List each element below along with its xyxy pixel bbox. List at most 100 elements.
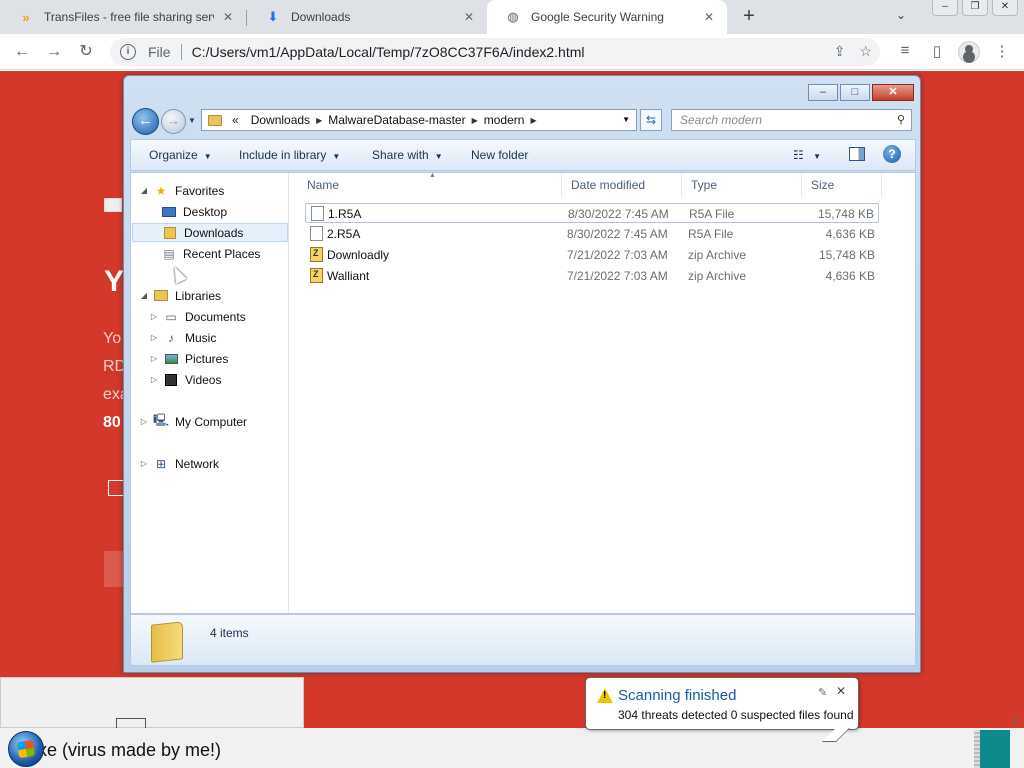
- file-row[interactable]: 2.R5A 8/30/2022 7:45 AM R5A File 4,636 K…: [305, 224, 879, 244]
- scroll-down-arrow-icon[interactable]: ▼: [1011, 716, 1020, 726]
- browser-toolbar: ← → ↻ i File C:/Users/vm1/AppData/Local/…: [0, 34, 1024, 70]
- nav-desktop[interactable]: Desktop: [161, 202, 227, 221]
- windows-start-orb-icon[interactable]: [8, 731, 44, 767]
- close-tab-icon[interactable]: ✕: [220, 9, 236, 25]
- chevron-down-icon: ▼: [203, 152, 212, 161]
- details-pane: 4 items: [130, 614, 916, 666]
- tray-box: [974, 730, 1010, 768]
- nav-favorites[interactable]: ◢ ★ Favorites: [139, 181, 224, 200]
- minimize-button[interactable]: –: [808, 84, 838, 101]
- nav-pictures[interactable]: ▷ Pictures: [149, 349, 228, 368]
- nav-music[interactable]: ▷ ♪ Music: [149, 328, 216, 347]
- back-arrow-icon[interactable]: ←: [12, 42, 32, 62]
- expand-arrow-icon[interactable]: ▷: [149, 312, 159, 321]
- expand-arrow-icon[interactable]: ▷: [149, 354, 159, 363]
- tab-google-security-warning[interactable]: ◍ Google Security Warning ✕: [487, 0, 727, 34]
- preview-pane-icon[interactable]: [849, 147, 865, 161]
- file-row[interactable]: Walliant 7/21/2022 7:03 AM zip Archive 4…: [305, 266, 879, 286]
- change-view-icon[interactable]: ☷ ▼: [793, 148, 821, 162]
- expand-arrow-icon[interactable]: ▷: [149, 375, 159, 384]
- close-tab-icon[interactable]: ✕: [701, 9, 717, 25]
- info-icon[interactable]: i: [120, 44, 136, 60]
- column-header-name[interactable]: Name: [298, 173, 562, 197]
- folder-icon: [208, 114, 222, 126]
- breadcrumb-malwaredatabase-master[interactable]: MalwareDatabase-master: [328, 113, 465, 127]
- nav-my-computer[interactable]: ▷ 🖳 My Computer: [139, 412, 247, 431]
- breadcrumb-arrow-icon[interactable]: ▶: [316, 116, 322, 125]
- search-icon[interactable]: ⚲: [897, 113, 905, 126]
- file-row[interactable]: Downloadly 7/21/2022 7:03 AM zip Archive…: [305, 245, 879, 265]
- nav-network[interactable]: ▷ ⊞ Network: [139, 454, 219, 473]
- nav-label: Desktop: [183, 204, 228, 219]
- expand-arrow-icon[interactable]: ▷: [139, 459, 149, 468]
- tab-transfiles[interactable]: » TransFiles - free file sharing service…: [0, 0, 246, 34]
- nav-downloads[interactable]: Downloads: [132, 223, 288, 242]
- column-header-size[interactable]: Size: [802, 173, 882, 197]
- close-window-button[interactable]: ✕: [992, 0, 1018, 16]
- share-icon[interactable]: ⇪: [834, 43, 846, 60]
- breadcrumb-overflow[interactable]: «: [232, 113, 239, 127]
- tab-search-chevron-icon[interactable]: ⌄: [896, 8, 906, 22]
- breadcrumb-arrow-icon[interactable]: ▶: [530, 116, 536, 125]
- page-checkbox[interactable]: [108, 480, 124, 496]
- share-with-button[interactable]: Share with ▼: [372, 148, 443, 162]
- search-input[interactable]: Search modern ⚲: [671, 109, 912, 131]
- minimize-button[interactable]: –: [932, 0, 958, 16]
- nav-documents[interactable]: ▷ ▭ Documents: [149, 307, 246, 326]
- expand-arrow-icon[interactable]: ◢: [139, 186, 149, 195]
- url-text[interactable]: C:/Users/vm1/AppData/Local/Temp/7zO8CC37…: [192, 44, 585, 60]
- breadcrumb-arrow-icon[interactable]: ▶: [472, 116, 478, 125]
- explorer-content: ◢ ★ Favorites Desktop Downloads ▤ Recent…: [130, 172, 916, 614]
- breadcrumb-downloads[interactable]: Downloads: [251, 113, 310, 127]
- nav-recent-places[interactable]: ▤ Recent Places: [161, 244, 260, 263]
- address-bar[interactable]: i File C:/Users/vm1/AppData/Local/Temp/7…: [110, 38, 880, 66]
- file-name: 1.R5A: [328, 207, 362, 221]
- column-header-date-modified[interactable]: Date modified: [562, 173, 682, 197]
- downloads-folder-icon: [162, 226, 178, 240]
- back-arrow-icon[interactable]: ←: [132, 108, 159, 135]
- new-tab-button[interactable]: +: [738, 6, 760, 28]
- forward-arrow-icon[interactable]: →: [161, 109, 186, 134]
- recent-pages-dropdown-icon[interactable]: ▼: [188, 116, 196, 125]
- file-name: Walliant: [327, 269, 370, 283]
- file-type: zip Archive: [688, 269, 747, 283]
- close-tab-icon[interactable]: ✕: [461, 9, 477, 25]
- restore-button[interactable]: ❐: [962, 0, 988, 16]
- expand-arrow-icon[interactable]: ▷: [139, 417, 149, 426]
- explorer-window: – □ ✕ ← → ▼ « Downloads ▶ MalwareDatabas…: [123, 75, 921, 673]
- menu-kebab-icon[interactable]: ⋮: [992, 42, 1012, 60]
- search-placeholder: Search modern: [680, 113, 763, 127]
- help-icon[interactable]: ?: [883, 145, 901, 163]
- pin-icon[interactable]: ✎: [818, 686, 827, 699]
- refresh-icon[interactable]: ⇆: [640, 109, 662, 131]
- file-row[interactable]: 1.R5A 8/30/2022 7:45 AM R5A File 15,748 …: [305, 203, 879, 223]
- new-folder-button[interactable]: New folder: [471, 148, 528, 162]
- explorer-address-bar[interactable]: « Downloads ▶ MalwareDatabase-master ▶ m…: [201, 109, 637, 131]
- notification-balloon[interactable]: ! Scanning finished 304 threats detected…: [585, 677, 859, 742]
- organize-button[interactable]: Organize ▼: [149, 148, 212, 162]
- recent-places-icon: ▤: [163, 246, 175, 261]
- expand-arrow-icon[interactable]: ◢: [139, 291, 149, 300]
- maximize-button[interactable]: □: [840, 84, 870, 101]
- column-header-type[interactable]: Type: [682, 173, 802, 197]
- nav-label: Documents: [185, 309, 246, 324]
- address-dropdown-icon[interactable]: ▼: [622, 115, 630, 124]
- close-window-button[interactable]: ✕: [872, 84, 914, 101]
- expand-arrow-icon[interactable]: ▷: [149, 333, 159, 342]
- nav-libraries[interactable]: ◢ Libraries: [139, 286, 221, 305]
- tab-downloads[interactable]: ⬇ Downloads ✕: [247, 0, 487, 34]
- navigation-pane: ◢ ★ Favorites Desktop Downloads ▤ Recent…: [131, 173, 289, 613]
- media-queue-icon[interactable]: ≡: [895, 42, 915, 59]
- share-with-label: Share with: [372, 148, 429, 162]
- page-button-fragment[interactable]: [104, 551, 124, 587]
- side-panel-icon[interactable]: ▯: [927, 42, 947, 60]
- reload-icon[interactable]: ↻: [76, 42, 96, 62]
- nav-videos[interactable]: ▷ Videos: [149, 370, 222, 389]
- breadcrumb-modern[interactable]: modern: [484, 113, 525, 127]
- forward-arrow-icon[interactable]: →: [44, 42, 64, 62]
- bookmark-star-icon[interactable]: ☆: [859, 43, 872, 60]
- profile-avatar-icon[interactable]: [958, 41, 980, 63]
- notification-text: 304 threats detected 0 suspected files f…: [618, 708, 854, 722]
- include-in-library-button[interactable]: Include in library ▼: [239, 148, 340, 162]
- close-icon[interactable]: ✕: [836, 684, 846, 698]
